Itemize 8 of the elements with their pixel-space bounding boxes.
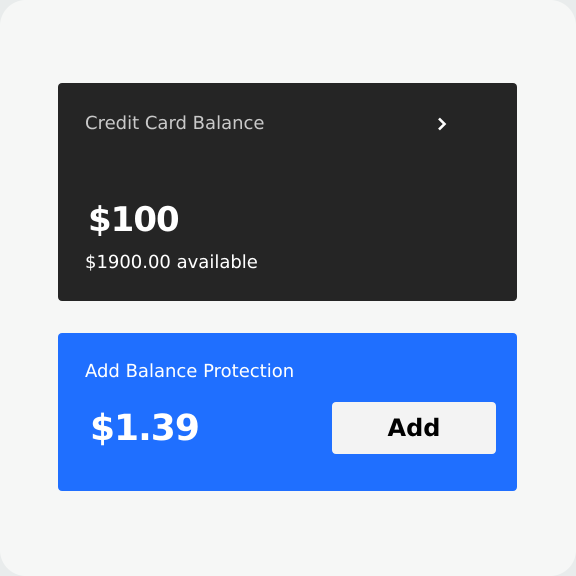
add-button[interactable]: Add: [332, 402, 496, 454]
available-credit: $1900.00 available: [85, 252, 259, 273]
balance-amount: $100: [88, 200, 180, 240]
balance-card[interactable]: Credit Card Balance $100 $1900.00 available: [58, 83, 517, 301]
protection-price: $1.39: [90, 408, 199, 448]
card-title: Add Balance Protection: [85, 361, 296, 382]
card-title: Credit Card Balance: [85, 113, 264, 134]
chevron-right-icon[interactable]: [437, 116, 447, 130]
